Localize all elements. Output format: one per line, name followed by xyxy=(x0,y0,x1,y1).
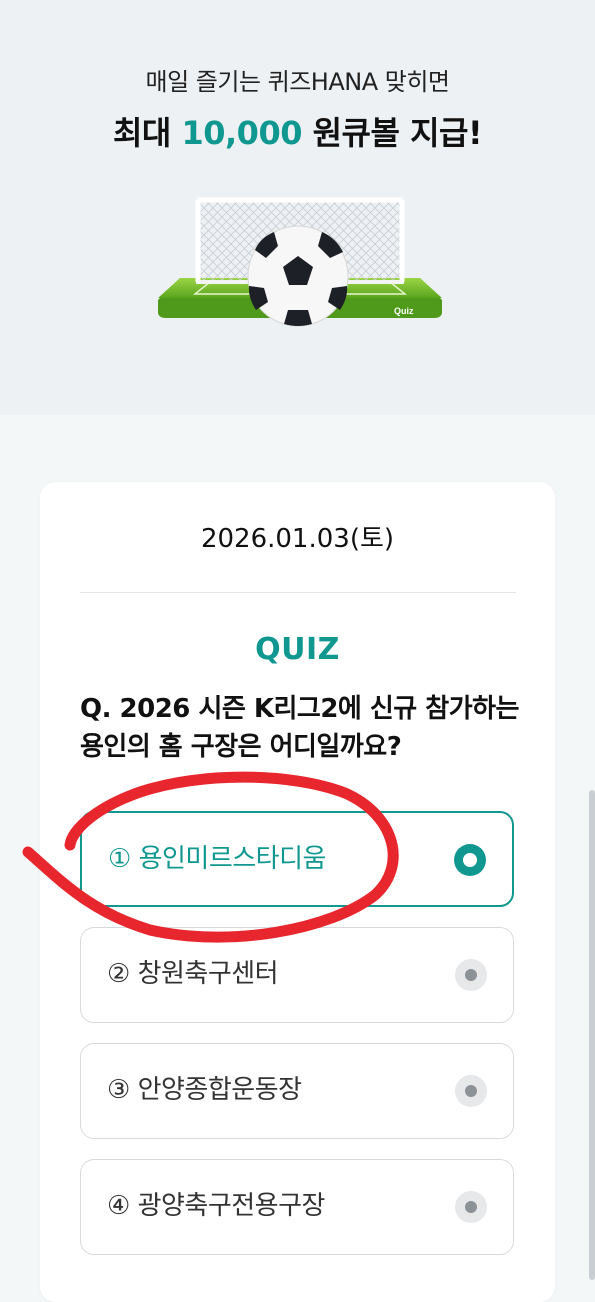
promo-amount: 10,000 xyxy=(181,114,302,152)
option-label: ① 용인미르스타디움 xyxy=(108,844,326,874)
quiz-heading: QUIZ xyxy=(255,632,340,667)
radio-unselected-icon[interactable] xyxy=(455,959,487,991)
radio-unselected-icon[interactable] xyxy=(455,1191,487,1223)
radio-selected-icon[interactable] xyxy=(454,844,486,876)
radio-unselected-icon[interactable] xyxy=(455,1075,487,1107)
quiz-option-2[interactable]: ② 창원축구센터 xyxy=(80,927,514,1023)
quiz-option-4[interactable]: ④ 광양축구전용구장 xyxy=(80,1159,514,1255)
promo-title: 최대 10,000 원큐볼 지급! xyxy=(0,108,595,154)
option-label: ② 창원축구센터 xyxy=(107,959,279,989)
promo-title-suffix: 원큐볼 지급! xyxy=(301,114,483,152)
promo-title-prefix: 최대 xyxy=(112,114,182,152)
quiz-option-3[interactable]: ③ 안양종합운동장 xyxy=(80,1043,514,1139)
promo-banner: 매일 즐기는 퀴즈HANA 맞히면 최대 10,000 원큐볼 지급! Quiz xyxy=(0,0,595,415)
soccer-goal-illustration: Quiz xyxy=(158,197,442,327)
option-label: ③ 안양종합운동장 xyxy=(107,1075,302,1105)
quiz-date: 2026.01.03(토) xyxy=(200,524,395,554)
option-label: ④ 광양축구전용구장 xyxy=(107,1191,325,1221)
divider xyxy=(80,592,516,593)
promo-subtitle: 매일 즐기는 퀴즈HANA 맞히면 xyxy=(145,68,450,96)
scrollbar[interactable] xyxy=(589,790,595,1280)
quiz-option-1[interactable]: ① 용인미르스타디움 xyxy=(80,811,514,907)
illustration-quiz-label: Quiz xyxy=(394,306,414,316)
quiz-question: Q. 2026 시즌 K리그2에 신규 참가하는 용인의 홈 구장은 어디일까요… xyxy=(80,694,519,762)
